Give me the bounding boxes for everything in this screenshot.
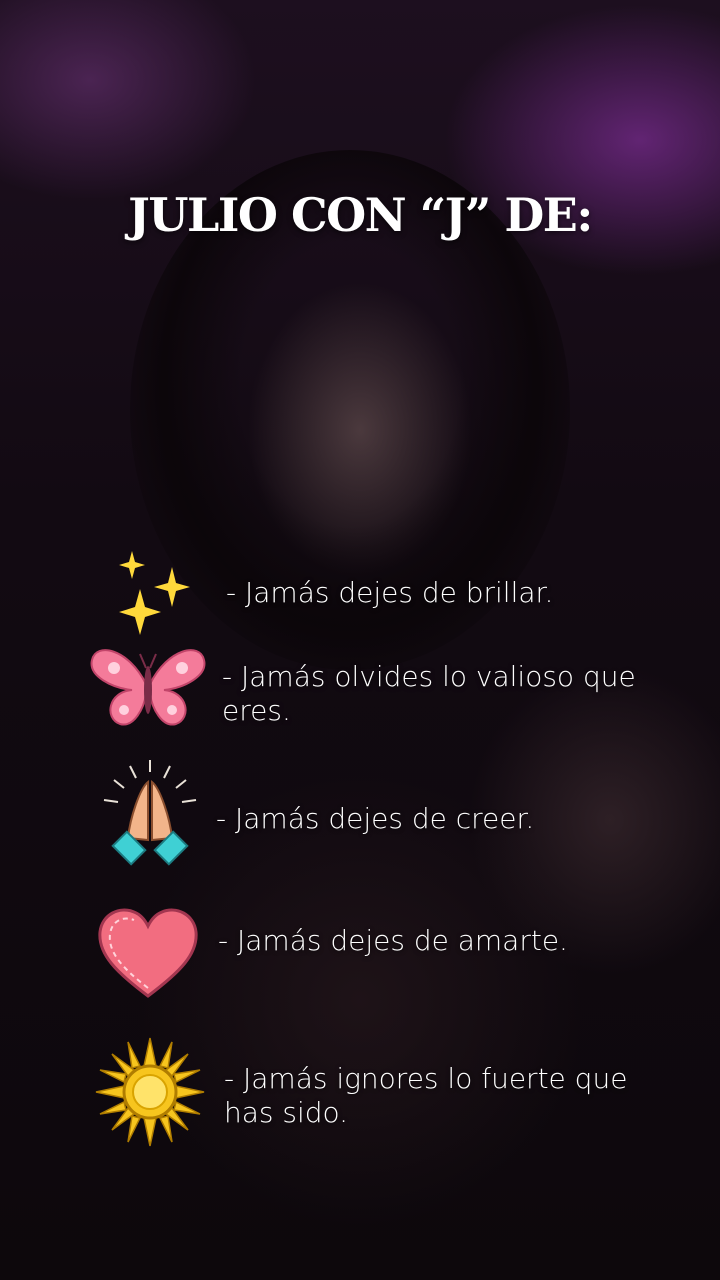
page-title: JULIO CON “J” DE: bbox=[128, 188, 593, 242]
list-item-text: - Jamás dejes de amarte. bbox=[218, 924, 568, 957]
list-item-text: - Jamás ignores lo fuerte que has sido. bbox=[224, 1062, 628, 1129]
sparkles-icon bbox=[119, 551, 190, 635]
heart-icon bbox=[98, 908, 198, 998]
sun-icon bbox=[95, 1037, 205, 1147]
list-item-text: - Jamás olvides lo valioso que eres. bbox=[222, 660, 636, 727]
butterfly-icon bbox=[90, 649, 206, 726]
list-item-text: - Jamás dejes de creer. bbox=[216, 802, 535, 835]
praying-hands-icon bbox=[103, 760, 197, 866]
story-frame: JULIO CON “J” DE: - Jamás dejes de brill… bbox=[0, 0, 720, 1280]
list-item-text: - Jamás dejes de brillar. bbox=[226, 576, 554, 609]
